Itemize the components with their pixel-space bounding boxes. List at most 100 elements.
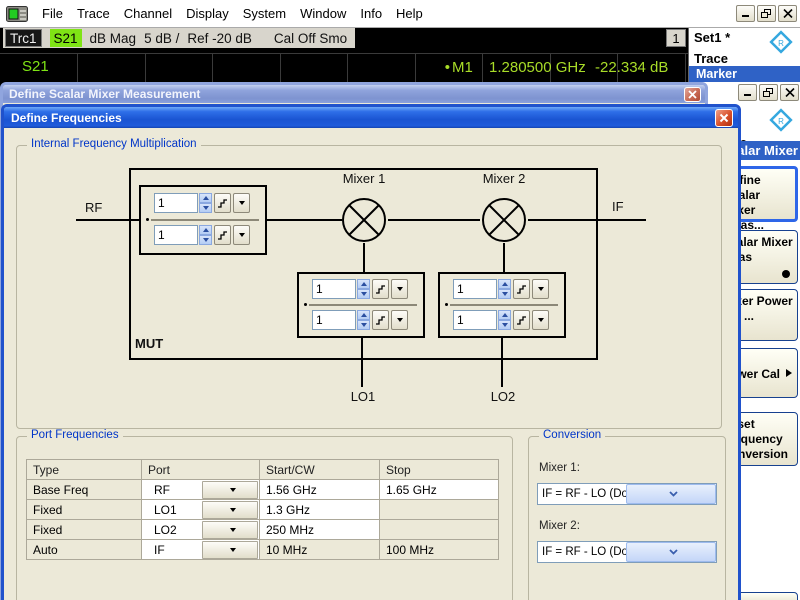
close-button[interactable]: [778, 5, 797, 22]
stop-cell[interactable]: 1.65 GHz: [380, 480, 499, 500]
spin-down-icon[interactable]: [357, 320, 370, 330]
fraction-dot: [445, 303, 448, 306]
denominator-input[interactable]: [154, 225, 198, 245]
spin-buttons[interactable]: [199, 193, 212, 213]
minimize-button[interactable]: [736, 5, 755, 22]
spin-up-icon[interactable]: [498, 310, 511, 320]
step-icon: [375, 284, 386, 295]
menu-file[interactable]: File: [42, 6, 63, 21]
step-size-button[interactable]: [513, 310, 530, 330]
start-cell: 10 MHz: [260, 540, 380, 560]
menu-display[interactable]: Display: [186, 6, 229, 21]
dropdown-arrow-icon: [397, 287, 403, 291]
menu-help[interactable]: Help: [396, 6, 423, 21]
denominator-input[interactable]: [453, 310, 497, 330]
step-icon: [217, 198, 228, 209]
dropdown-button[interactable]: [391, 279, 408, 299]
spin-up-icon[interactable]: [199, 193, 212, 203]
spin-up-icon[interactable]: [357, 310, 370, 320]
menu-window[interactable]: Window: [300, 6, 346, 21]
child-window-controls: [738, 84, 799, 101]
if-port-label: IF: [612, 199, 624, 214]
dropdown-button[interactable]: [233, 225, 250, 245]
selected-value: IF = RF - LO (Down, USB): [538, 546, 626, 558]
app-icon[interactable]: [6, 6, 28, 22]
measurement-badge[interactable]: S21: [50, 29, 82, 47]
menu-info[interactable]: Info: [360, 6, 382, 21]
dropdown-arrow-icon: [538, 318, 544, 322]
close-button[interactable]: [715, 109, 733, 127]
menu-system[interactable]: System: [243, 6, 286, 21]
start-cell[interactable]: 1.3 GHz: [260, 500, 380, 520]
dropdown-button[interactable]: [532, 310, 549, 330]
dropdown-arrow-icon: [239, 201, 245, 205]
step-size-button[interactable]: [214, 225, 231, 245]
rf-port-label: RF: [85, 200, 102, 215]
dropdown-arrow-icon: [239, 233, 245, 237]
step-size-button[interactable]: [513, 279, 530, 299]
port-cell[interactable]: IF: [142, 540, 260, 560]
spin-buttons[interactable]: [199, 225, 212, 245]
window-number-badge: 1: [666, 29, 686, 47]
start-cell[interactable]: 250 MHz: [260, 520, 380, 540]
spin-buttons[interactable]: [498, 310, 511, 330]
spin-buttons[interactable]: [498, 279, 511, 299]
port-value: LO2: [148, 523, 202, 537]
menu-trace[interactable]: Trace: [77, 6, 110, 21]
step-size-button[interactable]: [372, 279, 389, 299]
dropdown-button[interactable]: [202, 541, 258, 559]
spin-down-icon[interactable]: [498, 289, 511, 299]
marker-level: -22.334 dB: [595, 59, 668, 76]
dropdown-button[interactable]: [532, 279, 549, 299]
spin-down-icon[interactable]: [199, 235, 212, 245]
spin-down-icon[interactable]: [498, 320, 511, 330]
port-cell[interactable]: LO1: [142, 500, 260, 520]
spin-buttons[interactable]: [357, 279, 370, 299]
stop-cell: [380, 520, 499, 540]
step-size-button[interactable]: [214, 193, 231, 213]
close-button[interactable]: [780, 84, 799, 101]
spin-up-icon[interactable]: [357, 279, 370, 289]
step-icon: [375, 315, 386, 326]
spin-down-icon[interactable]: [357, 289, 370, 299]
restore-button[interactable]: [757, 5, 776, 22]
group-label: Port Frequencies: [27, 429, 123, 441]
spin-up-icon[interactable]: [199, 225, 212, 235]
dropdown-button[interactable]: [233, 193, 250, 213]
mixer2-conversion-select[interactable]: IF = RF - LO (Down, USB): [537, 541, 717, 563]
spin-buttons[interactable]: [357, 310, 370, 330]
dropdown-button[interactable]: [626, 542, 716, 562]
numerator-input[interactable]: [154, 193, 198, 213]
dropdown-button[interactable]: [202, 481, 258, 499]
mixer1-symbol: [340, 196, 388, 244]
trace-name-badge[interactable]: Trc1: [5, 29, 42, 47]
column-header-stop: Stop: [380, 460, 499, 480]
dialog-title-bar[interactable]: Define Frequencies: [4, 107, 738, 128]
step-size-button[interactable]: [372, 310, 389, 330]
denominator-input[interactable]: [312, 310, 356, 330]
close-button[interactable]: [684, 87, 701, 102]
connector-line: [363, 243, 365, 273]
mixer1-conversion-select[interactable]: IF = RF - LO (Down, USB): [537, 483, 717, 505]
numerator-input[interactable]: [312, 279, 356, 299]
dropdown-button[interactable]: [202, 521, 258, 539]
marker-menu-item[interactable]: Marker: [689, 66, 800, 82]
restore-button[interactable]: [759, 84, 778, 101]
dialog-title-bar[interactable]: Define Scalar Mixer Measurement: [3, 85, 705, 103]
port-cell[interactable]: RF: [142, 480, 260, 500]
trace-info-bar[interactable]: Trc1 S21 dB Mag 5 dB / Ref -20 dB Cal Of…: [3, 28, 355, 48]
minimize-button[interactable]: [738, 84, 757, 101]
spin-up-icon[interactable]: [498, 279, 511, 289]
spin-down-icon[interactable]: [199, 203, 212, 213]
dropdown-button[interactable]: [626, 484, 716, 504]
port-cell[interactable]: LO2: [142, 520, 260, 540]
fraction-bar: [309, 304, 417, 306]
port-value: IF: [148, 543, 202, 557]
trace-format: dB Mag: [90, 31, 137, 46]
menu-channel[interactable]: Channel: [124, 6, 172, 21]
numerator-input[interactable]: [453, 279, 497, 299]
dropdown-button[interactable]: [202, 501, 258, 519]
dropdown-button[interactable]: [391, 310, 408, 330]
start-cell[interactable]: 1.56 GHz: [260, 480, 380, 500]
stop-cell: [380, 500, 499, 520]
